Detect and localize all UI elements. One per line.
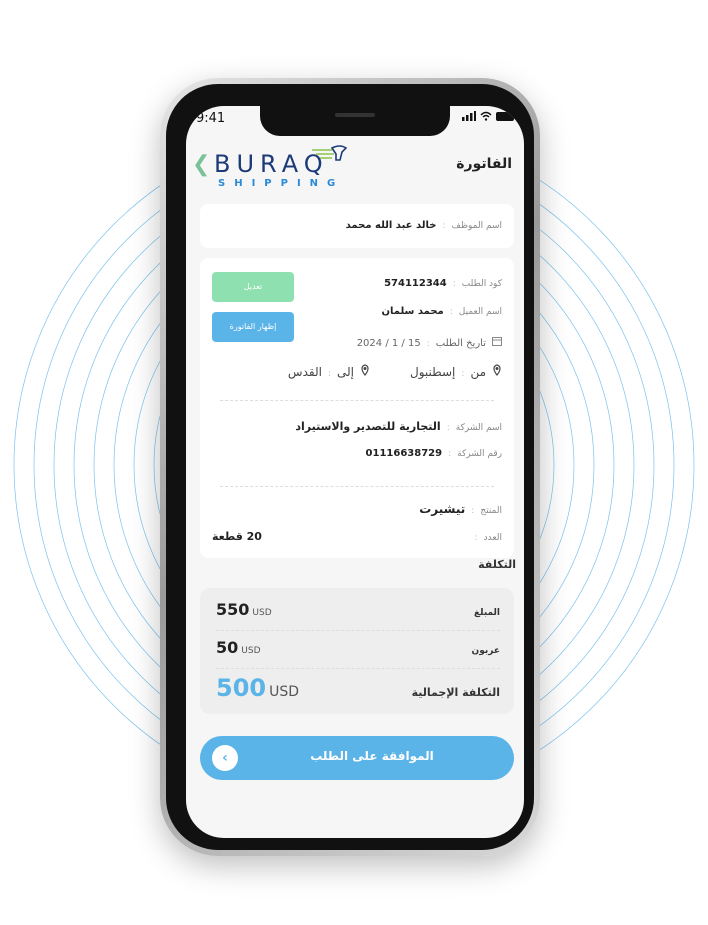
route-row: من : إسطنبول إلى : القدس [288,364,502,379]
client-row: اسم العميل : محمد سلمان [381,306,502,317]
order-code-row: كود الطلب : 574112344 [384,278,502,289]
calendar-icon [492,337,502,346]
company-name-row: اسم الشركة : التجارية للتصدير والاستيراد [295,420,502,433]
amount-currency: USD [252,608,272,618]
separator: : [446,423,450,433]
to-value: القدس [287,365,322,379]
page-title: الفاتورة [456,156,512,172]
separator: : [471,506,475,516]
employee-card: اسم الموظف : خالد عبد الله محمد [200,204,514,248]
show-invoice-button[interactable]: إظهار الفاتورة [212,312,294,342]
separator: : [448,449,452,459]
logo-horse-icon [312,145,348,161]
cost-section-title: التكلفة [478,558,516,571]
product-label: المنتج [480,506,502,516]
status-time: 9:41 [196,111,226,126]
status-icons [462,111,514,121]
battery-icon [496,111,514,121]
separator: : [327,369,331,379]
phone-bezel: 9:41 ❮ BURAQ SHIPPING الفاتورة اسم الموظ… [166,84,534,850]
approve-order-label: الموافقة على الطلب [310,749,434,763]
deposit-value: 50 [216,638,239,657]
amount-label: المبلغ [474,608,500,618]
employee-value: خالد عبد الله محمد [345,220,437,231]
deposit-label: عربون [471,646,500,656]
company-number-label: رقم الشركة [457,449,502,459]
count-label: العدد [483,533,502,543]
count-row: العدد : 20 قطعة [212,530,502,543]
deposit-currency: USD [241,646,261,656]
order-code-value: 574112344 [384,278,447,289]
total-value: 500 [216,674,267,702]
count-label-group: العدد : [475,533,502,543]
separator: : [426,339,430,349]
separator: : [452,279,456,289]
wifi-icon [480,111,492,121]
total-row: 500 USD التكلفة الإجمالية [216,674,500,702]
date-value: 15 / 1 / 2024 [356,338,421,349]
cost-card: 550 USD المبلغ 50 USD عربون 500 USD التكلفة… [200,588,514,714]
signal-icon [462,111,476,121]
notch [260,106,450,136]
company-name-value: التجارية للتصدير والاستيراد [295,420,441,433]
separator: : [442,221,446,231]
location-pin-icon [361,364,369,376]
order-card: تعديل إظهار الفاتورة كود الطلب : 5741123… [200,258,514,558]
logo-subtext: SHIPPING [218,178,345,189]
back-chevron-icon[interactable]: ❮ [192,152,210,177]
date-row: تاريخ الطلب : 15 / 1 / 2024 [357,336,502,349]
total-label: التكلفة الإجمالية [411,686,500,699]
location-pin-icon [493,364,501,376]
company-name-label: اسم الشركة [455,423,502,433]
client-value: محمد سلمان [381,306,444,317]
phone-screen: 9:41 ❮ BURAQ SHIPPING الفاتورة اسم الموظ… [186,106,524,838]
client-label: اسم العميل [458,307,502,317]
to-label: إلى [336,365,354,379]
separator: : [449,307,453,317]
count-value: 20 قطعة [212,530,262,543]
order-code-label: كود الطلب [461,279,502,289]
company-number-row: رقم الشركة : 01116638729 [366,448,502,459]
from-value: إسطنبول [409,365,456,379]
separator: : [461,369,465,379]
divider [216,668,500,669]
divider [220,400,494,401]
approve-order-button[interactable]: ‹ الموافقة على الطلب [200,736,514,780]
divider [216,630,500,631]
phone-frame: 9:41 ❮ BURAQ SHIPPING الفاتورة اسم الموظ… [160,78,540,856]
from-label: من [470,365,486,379]
product-value: تيشيرت [419,502,466,516]
speaker [335,113,375,117]
product-row: المنتج : تيشيرت [419,502,502,516]
amount-value: 550 [216,600,250,619]
company-number-value: 01116638729 [365,448,443,459]
employee-label: اسم الموظف [451,221,502,231]
header: ❮ BURAQ SHIPPING الفاتورة [186,138,524,198]
edit-button[interactable]: تعديل [212,272,294,302]
employee-row: اسم الموظف : خالد عبد الله محمد [346,220,502,231]
amount-row: 550 USD المبلغ [216,600,500,619]
deposit-row: 50 USD عربون [216,638,500,657]
total-currency: USD [269,684,300,700]
date-label: تاريخ الطلب [435,338,486,349]
divider [220,486,494,487]
separator: : [474,533,478,543]
